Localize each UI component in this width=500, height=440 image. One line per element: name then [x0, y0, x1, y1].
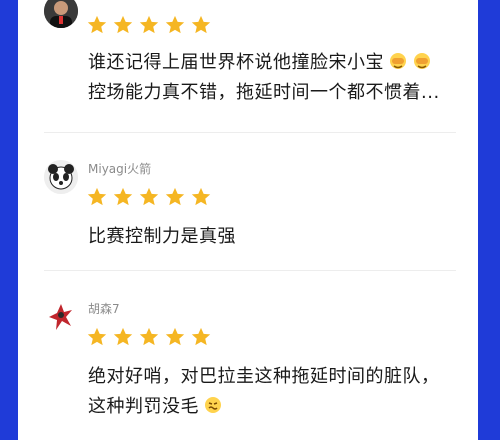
- star-icon: [113, 15, 133, 34]
- star-icon: [139, 15, 159, 34]
- star-icon: [87, 327, 107, 346]
- star-icon: [191, 327, 211, 346]
- star-icon: [139, 187, 159, 206]
- star-icon: [87, 15, 107, 34]
- star-icon: [165, 187, 185, 206]
- review-line: 比赛控制力是真强: [88, 226, 236, 247]
- divider: [44, 132, 456, 133]
- review-item: 胡森7 绝对好哨，对巴拉圭这种拖延时间的脏队， 这种判罚没毛: [18, 290, 478, 440]
- review-item: Miyagi火箭 比赛控制力是真强: [18, 150, 478, 270]
- avatar[interactable]: [44, 160, 78, 194]
- review-line: 控场能力真不错，拖延时间一个都不惯着...: [88, 82, 440, 103]
- avatar[interactable]: [44, 300, 78, 334]
- star-icon: [113, 327, 133, 346]
- red-figure-avatar-icon: [44, 300, 78, 334]
- panda-avatar-icon: [44, 160, 78, 194]
- facepalm-emoji-icon: [414, 53, 430, 69]
- star-icon: [165, 327, 185, 346]
- review-line: 绝对好哨，对巴拉圭这种拖延时间的脏队，: [88, 366, 440, 387]
- star-icon: [113, 187, 133, 206]
- review-line: 谁还记得上届世界杯说他撞脸宋小宝: [88, 52, 384, 73]
- review-text: 谁还记得上届世界杯说他撞脸宋小宝 控场能力真不错，拖延时间一个都不惯着...: [88, 48, 440, 108]
- star-icon: [165, 15, 185, 34]
- username[interactable]: Miyagi火箭: [88, 160, 151, 177]
- username[interactable]: 胡森7: [88, 300, 120, 317]
- star-icon: [139, 327, 159, 346]
- star-icon: [87, 187, 107, 206]
- star-icon: [191, 15, 211, 34]
- comment-list[interactable]: 谁还记得上届世界杯说他撞脸宋小宝 控场能力真不错，拖延时间一个都不惯着... M…: [18, 0, 478, 440]
- divider: [44, 270, 456, 271]
- review-text: 绝对好哨，对巴拉圭这种拖延时间的脏队， 这种判罚没毛: [88, 362, 440, 422]
- facepalm-emoji-icon: [390, 53, 406, 69]
- review-item: 谁还记得上届世界杯说他撞脸宋小宝 控场能力真不错，拖延时间一个都不惯着...: [18, 0, 478, 136]
- review-text: 比赛控制力是真强: [88, 222, 236, 252]
- rating-stars: [86, 326, 212, 348]
- rating-stars: [86, 186, 212, 208]
- review-line: 这种判罚没毛: [88, 396, 199, 417]
- grimace-emoji-icon: [205, 397, 221, 413]
- man-portrait-avatar-icon: [44, 0, 78, 28]
- star-icon: [191, 187, 211, 206]
- avatar[interactable]: [44, 0, 78, 28]
- rating-stars: [86, 14, 212, 36]
- screen-frame: 谁还记得上届世界杯说他撞脸宋小宝 控场能力真不错，拖延时间一个都不惯着... M…: [0, 0, 500, 440]
